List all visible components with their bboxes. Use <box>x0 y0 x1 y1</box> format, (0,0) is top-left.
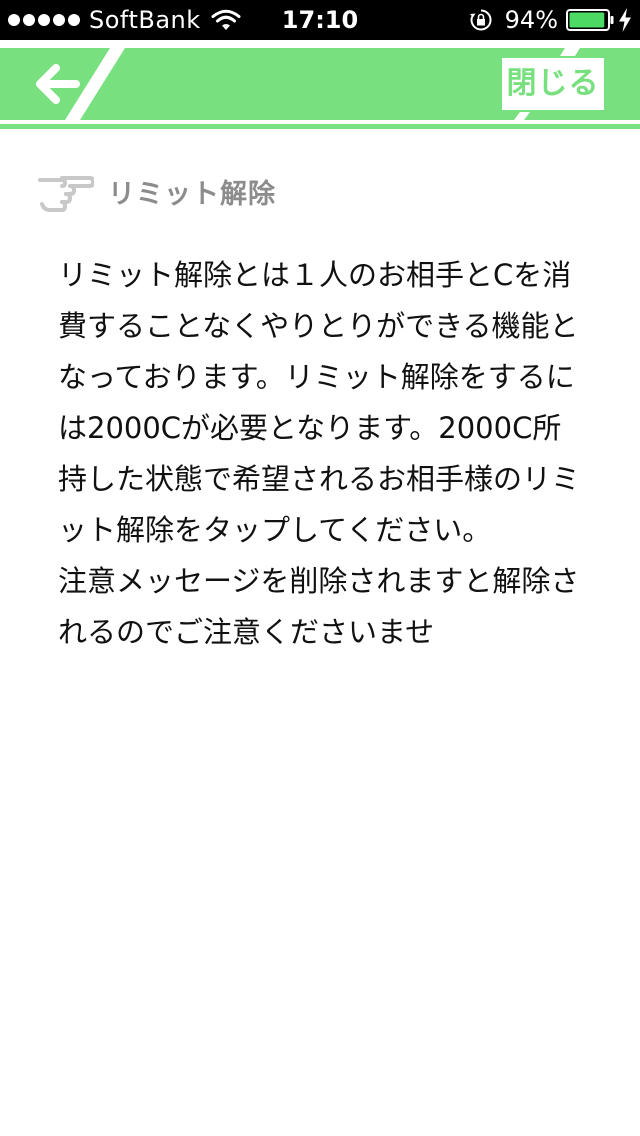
section-title-text: リミット解除 <box>108 178 276 210</box>
charging-bolt-icon <box>619 8 631 32</box>
status-bar: SoftBank 17:10 94% <box>0 0 640 40</box>
close-button[interactable]: 閉じる <box>502 58 604 110</box>
arrow-left-icon <box>36 64 80 104</box>
signal-dot <box>23 14 35 26</box>
header-divider <box>0 124 640 129</box>
battery-percent: 94% <box>504 6 558 34</box>
signal-strength-icon <box>8 14 83 26</box>
rotation-lock-icon <box>469 9 492 31</box>
status-right: 94% <box>469 0 632 40</box>
battery-icon <box>566 9 614 31</box>
back-button[interactable] <box>30 62 86 106</box>
signal-dot <box>53 14 65 26</box>
signal-dot <box>38 14 50 26</box>
carrier-name: SoftBank <box>89 6 201 34</box>
status-left: SoftBank <box>8 0 241 40</box>
screen: SoftBank 17:10 94% 閉じる リミット解除 リミット解除とは１人… <box>0 0 640 1136</box>
signal-dot <box>8 14 20 26</box>
header-bar: 閉じる <box>0 48 640 120</box>
wifi-icon <box>211 9 241 30</box>
signal-dot <box>68 14 80 26</box>
section-title: リミット解除 <box>36 166 276 216</box>
description-text: リミット解除とは１人のお相手とCを消費することなくやりとりができる機能となってお… <box>58 258 581 649</box>
pointing-hand-icon <box>38 176 94 212</box>
